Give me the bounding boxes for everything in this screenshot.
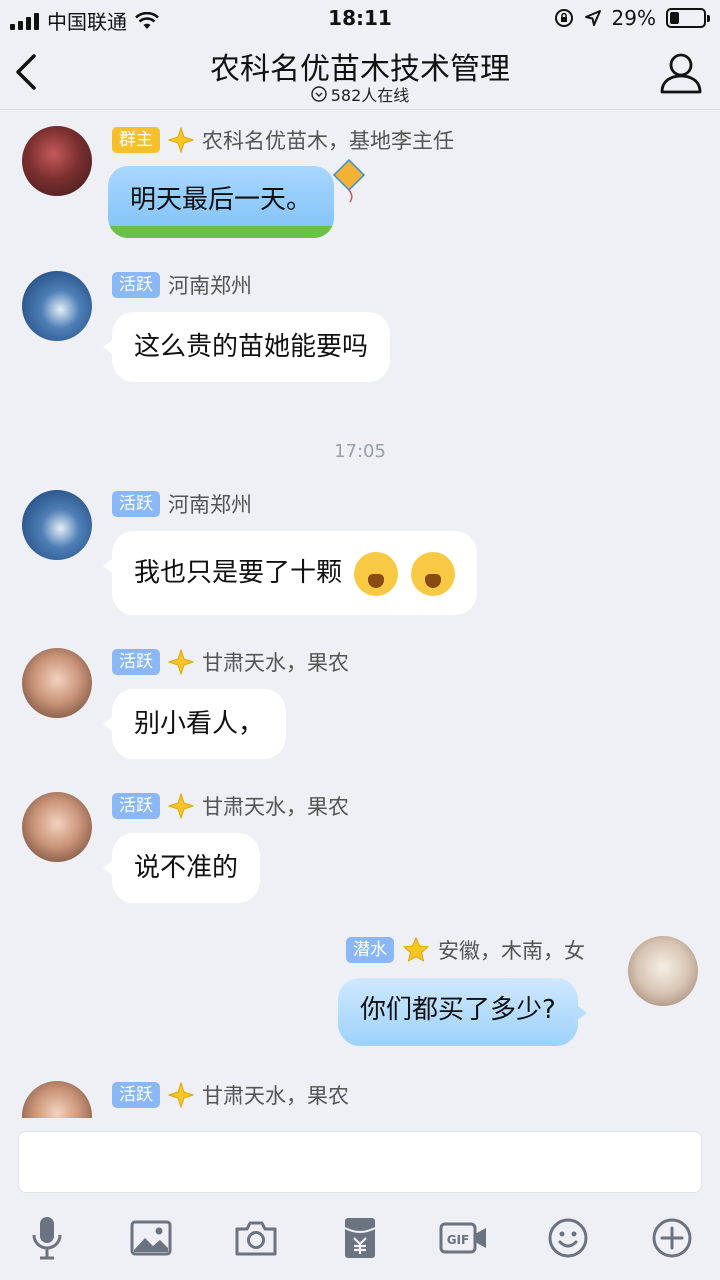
camera-icon	[235, 1221, 277, 1256]
message-bubble[interactable]: 说不准的	[102, 833, 261, 903]
sender-meta: 活跃 河南郑州	[112, 490, 252, 518]
message-bubble[interactable]: 我也只是要了十颗	[103, 531, 477, 615]
grass-decoration	[108, 226, 335, 238]
active-badge: 活跃	[112, 1082, 160, 1108]
active-badge: 活跃	[112, 272, 160, 298]
plus-icon	[652, 1218, 692, 1258]
avatar[interactable]	[22, 648, 92, 718]
emoji-icon	[548, 1218, 588, 1258]
online-count-label: 582人在线	[330, 86, 410, 105]
message-list[interactable]: 群主 农科名优苗木，基地李主任 明天最后一天。 活跃 河南郑州 这么贵的苗她能要…	[0, 111, 720, 1118]
voice-button[interactable]	[22, 1213, 72, 1263]
status-right: 29%	[554, 6, 710, 30]
emoji-button[interactable]	[543, 1213, 593, 1263]
svg-text:GIF: GIF	[447, 1233, 470, 1247]
gif-icon: GIF	[439, 1222, 486, 1254]
chevron-down-circle-icon	[311, 86, 327, 102]
message-bubble[interactable]: 明天最后一天。	[108, 166, 335, 238]
battery-fill	[670, 12, 680, 24]
avatar[interactable]	[22, 1081, 92, 1118]
message-text: 你们都买了多少?	[360, 995, 556, 1025]
crying-emoji-icon	[354, 551, 399, 596]
message-text: 别小看人，	[134, 709, 265, 739]
gif-button[interactable]: GIF	[438, 1213, 490, 1263]
battery-icon	[666, 8, 710, 28]
sender-meta: 活跃 甘肃天水，果农	[112, 648, 349, 676]
message-bubble[interactable]: 你们都买了多少?	[338, 978, 587, 1046]
crying-emoji-icon	[410, 551, 455, 596]
sender-name: 安徽，木南，女	[438, 939, 585, 963]
sparkle-icon	[168, 1082, 194, 1108]
message-bubble[interactable]: 这么贵的苗她能要吗	[102, 312, 391, 382]
avatar[interactable]	[22, 271, 92, 341]
red-packet-button[interactable]	[335, 1213, 385, 1263]
active-badge: 活跃	[112, 649, 160, 675]
avatar[interactable]	[22, 792, 92, 862]
red-packet-icon	[344, 1218, 376, 1258]
camera-button[interactable]	[231, 1213, 281, 1263]
kite-icon	[332, 158, 366, 203]
photo-button[interactable]	[126, 1213, 176, 1263]
online-count: 582人在线	[0, 82, 720, 106]
avatar[interactable]	[22, 126, 92, 196]
sender-name: 河南郑州	[168, 493, 252, 517]
sender-meta: 群主 农科名优苗木，基地李主任	[112, 126, 454, 154]
message-text: 我也只是要了十颗	[134, 558, 343, 588]
more-button[interactable]	[647, 1213, 697, 1263]
message-text: 明天最后一天。	[130, 185, 313, 215]
avatar[interactable]	[628, 936, 698, 1006]
sender-meta: 活跃 河南郑州	[112, 271, 252, 299]
group-members-button[interactable]	[658, 52, 704, 94]
location-arrow-icon	[584, 10, 601, 26]
microphone-icon	[32, 1217, 62, 1260]
message-text: 说不准的	[134, 853, 239, 883]
sparkle-icon	[168, 127, 194, 153]
dive-badge: 潜水	[346, 937, 394, 963]
active-badge: 活跃	[112, 491, 160, 517]
owner-badge: 群主	[112, 127, 160, 153]
sender-meta: 活跃 甘肃天水，果农	[112, 1081, 349, 1109]
chat-header: 农科名优苗木技术管理 582人在线	[0, 36, 720, 110]
rotation-lock-icon	[554, 9, 573, 27]
sender-name: 甘肃天水，果农	[202, 795, 349, 819]
time-divider: 17:05	[334, 441, 386, 462]
sender-meta: 潜水 安徽，木南，女	[346, 936, 585, 964]
sender-meta: 活跃 甘肃天水，果农	[112, 792, 349, 820]
message-bubble[interactable]: 别小看人，	[102, 689, 287, 759]
battery-percent: 29%	[611, 6, 656, 30]
person-icon	[660, 53, 702, 94]
active-badge: 活跃	[112, 793, 160, 819]
sender-name: 农科名优苗木，基地李主任	[202, 129, 454, 153]
sender-name: 河南郑州	[168, 274, 252, 298]
message-text: 这么贵的苗她能要吗	[134, 332, 369, 362]
input-toolbar: GIF	[0, 1205, 720, 1269]
sender-name: 甘肃天水，果农	[202, 1084, 349, 1108]
star-icon	[402, 936, 430, 963]
image-icon	[130, 1220, 172, 1256]
sparkle-icon	[168, 649, 194, 675]
status-bar: 中国联通 18:11 29%	[0, 0, 720, 36]
sender-name: 甘肃天水，果农	[202, 651, 349, 675]
avatar[interactable]	[22, 490, 92, 560]
message-input[interactable]	[18, 1131, 702, 1193]
sparkle-icon	[168, 793, 194, 819]
